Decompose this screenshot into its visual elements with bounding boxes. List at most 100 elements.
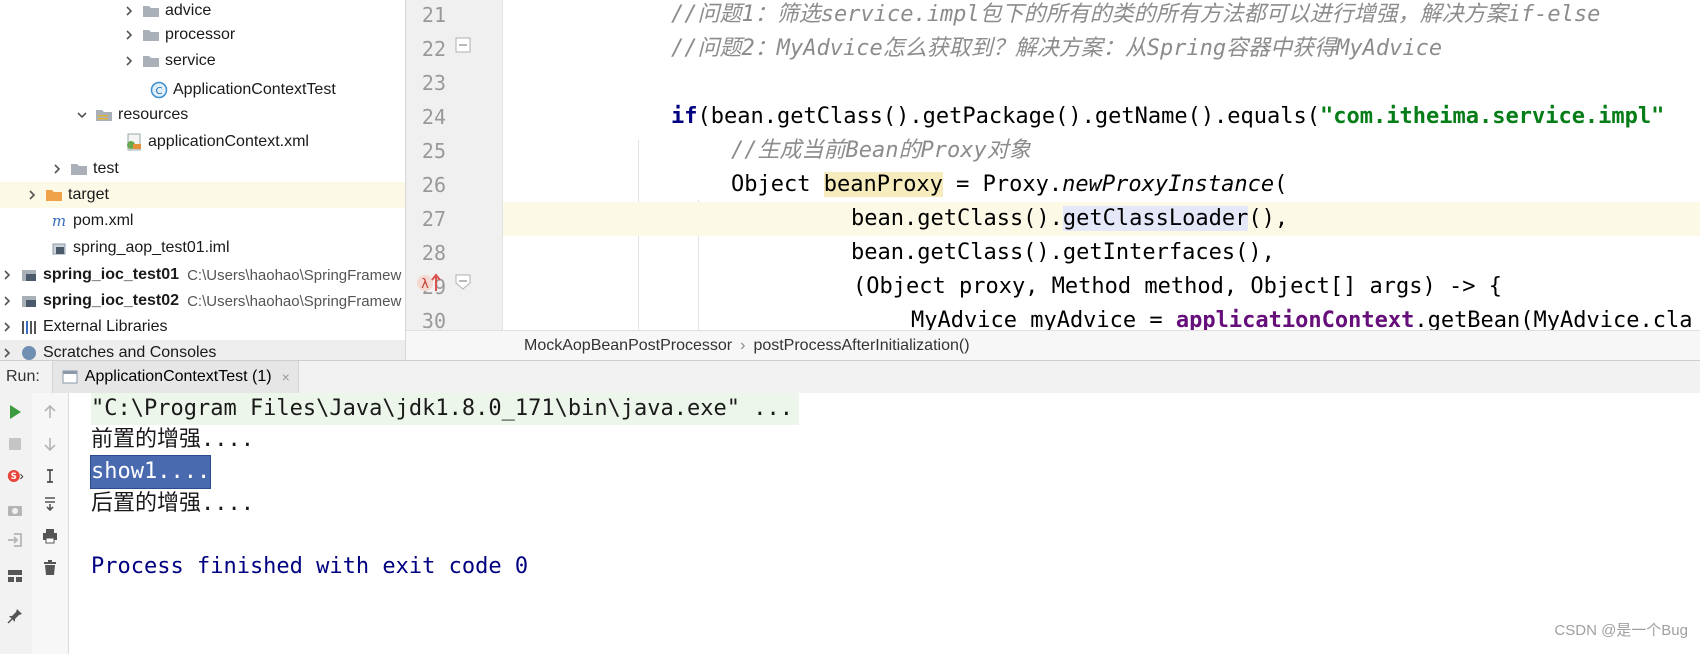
camera-icon bbox=[8, 506, 22, 516]
tree-item-applicationcontext-xml[interactable]: applicationContext.xml bbox=[0, 129, 405, 155]
line-number: 21 bbox=[421, 3, 446, 27]
tree-item-external-libraries[interactable]: External Libraries bbox=[0, 314, 405, 340]
module-file-icon bbox=[50, 239, 68, 257]
code-text: ( bbox=[1274, 172, 1288, 197]
svg-text:C: C bbox=[156, 86, 163, 97]
code-line-24[interactable]: if(bean.getClass().getPackage().getName(… bbox=[503, 100, 1700, 134]
code-line-27-current[interactable]: bean.getClass().getClassLoader(), bbox=[503, 202, 1700, 236]
chevron-right-icon[interactable] bbox=[50, 162, 64, 176]
lambda-override-icon[interactable]: λ bbox=[416, 271, 442, 295]
tree-item-service[interactable]: service bbox=[0, 48, 405, 74]
play-icon bbox=[10, 405, 21, 419]
chevron-down-icon[interactable] bbox=[75, 108, 89, 122]
line-number: 25 bbox=[421, 139, 446, 163]
folder-icon bbox=[142, 26, 160, 44]
stop-button[interactable] bbox=[4, 433, 26, 455]
folder-icon bbox=[142, 2, 160, 20]
soft-wrap-button[interactable] bbox=[39, 465, 61, 487]
project-tree: advice processor service C ApplicationCo… bbox=[0, 0, 406, 360]
line-number: 27 bbox=[421, 207, 446, 231]
tree-item-spring-ioc-test02[interactable]: spring_ioc_test02 C:\Users\haohao\Spring… bbox=[0, 288, 405, 314]
svg-text:S: S bbox=[11, 471, 17, 481]
close-icon[interactable]: × bbox=[282, 369, 290, 385]
chevron-right-icon[interactable] bbox=[25, 188, 39, 202]
code-line-26[interactable]: Object beanProxy = Proxy.newProxyInstanc… bbox=[503, 168, 1700, 202]
tree-item-applicationcontexttest[interactable]: C ApplicationContextTest bbox=[0, 77, 405, 103]
code-line-29[interactable]: (Object proxy, Method method, Object[] a… bbox=[503, 270, 1700, 304]
tree-item-label: pom.xml bbox=[73, 212, 134, 229]
rerun-button[interactable] bbox=[4, 401, 26, 423]
tree-item-label: Scratches and Consoles bbox=[43, 344, 217, 360]
breadcrumb-class[interactable]: MockAopBeanPostProcessor bbox=[516, 337, 740, 355]
code-text: MyAdvice myAdvice = bbox=[911, 308, 1176, 330]
code-editor[interactable]: 21 22 23 24 25 26 27 28 29 30 λ //问题1：筛选… bbox=[406, 0, 1700, 330]
string-literal: "com.itheima.service.impl" bbox=[1320, 104, 1665, 129]
tree-item-label: resources bbox=[118, 106, 189, 123]
tree-item-label: test bbox=[93, 160, 119, 177]
comment-text: //生成当前Bean的Proxy对象 bbox=[731, 138, 1031, 163]
tree-item-path: C:\Users\haohao\SpringFramew bbox=[187, 292, 402, 310]
tree-item-advice[interactable]: advice bbox=[0, 0, 405, 24]
code-line-23[interactable] bbox=[503, 66, 1700, 100]
tree-item-target[interactable]: target bbox=[0, 182, 405, 208]
module-icon bbox=[20, 292, 38, 310]
tree-item-pom-xml[interactable]: m pom.xml bbox=[0, 208, 405, 234]
chevron-right-icon[interactable] bbox=[0, 294, 14, 308]
run-tab-label: ApplicationContextTest (1) bbox=[84, 368, 272, 385]
chevron-right-icon[interactable] bbox=[0, 320, 14, 334]
trash-icon bbox=[44, 560, 56, 575]
tree-item-resources[interactable]: resources bbox=[0, 102, 405, 128]
fold-marker-icon[interactable] bbox=[454, 273, 472, 291]
sougou-ime-button[interactable]: S bbox=[0, 465, 30, 487]
run-side-toolbar-secondary bbox=[32, 393, 69, 654]
console-output[interactable]: "C:\Program Files\Java\jdk1.8.0_171\bin\… bbox=[69, 393, 1700, 654]
run-tab[interactable]: ApplicationContextTest (1) × bbox=[51, 361, 299, 393]
watermark: CSDN @是一个Bug bbox=[1554, 622, 1688, 639]
line-number: 22 bbox=[421, 37, 446, 61]
restore-layout-button[interactable] bbox=[4, 529, 26, 551]
tree-item-label: processor bbox=[165, 26, 236, 43]
chevron-right-icon[interactable] bbox=[0, 268, 14, 282]
excluded-folder-icon bbox=[45, 186, 63, 204]
console-line-selected[interactable]: show1.... bbox=[89, 455, 212, 489]
tree-item-iml-file[interactable]: spring_aop_test01.iml bbox=[0, 235, 405, 261]
ime-icon: S bbox=[7, 470, 24, 482]
fold-marker-icon[interactable] bbox=[454, 36, 472, 54]
tree-item-label: spring_aop_test01.iml bbox=[73, 239, 230, 256]
chevron-right-icon[interactable] bbox=[122, 28, 136, 42]
print-button[interactable] bbox=[39, 525, 61, 547]
run-label: Run: bbox=[6, 368, 40, 385]
editor-breadcrumb: MockAopBeanPostProcessor › postProcessAf… bbox=[406, 330, 1700, 361]
resources-folder-icon bbox=[95, 106, 113, 124]
tree-item-label: spring_ioc_test01 bbox=[43, 266, 180, 283]
chevron-right-icon[interactable] bbox=[0, 346, 14, 360]
tree-item-scratches[interactable]: Scratches and Consoles bbox=[0, 340, 405, 360]
code-line-30[interactable]: MyAdvice myAdvice = applicationContext.g… bbox=[503, 304, 1700, 330]
pin-tab-button[interactable] bbox=[4, 605, 26, 627]
chevron-right-icon[interactable] bbox=[122, 4, 136, 18]
code-line-28[interactable]: bean.getClass().getInterfaces(), bbox=[503, 236, 1700, 270]
scroll-down-button[interactable] bbox=[39, 433, 61, 455]
tree-item-label: spring_ioc_test02 bbox=[43, 292, 180, 309]
code-line-25[interactable]: //生成当前Bean的Proxy对象 bbox=[503, 134, 1700, 168]
code-line-21[interactable]: //问题1：筛选service.impl包下的所有的类的所有方法都可以进行增强，… bbox=[503, 0, 1700, 32]
layout-button[interactable] bbox=[4, 565, 26, 587]
tree-item-test[interactable]: test bbox=[0, 156, 405, 182]
clear-all-button[interactable] bbox=[39, 557, 61, 579]
line-number: 26 bbox=[421, 173, 446, 197]
scroll-to-end-button[interactable] bbox=[39, 493, 61, 515]
screenshot-button[interactable] bbox=[4, 499, 26, 521]
tree-item-spring-ioc-test01[interactable]: spring_ioc_test01 C:\Users\haohao\Spring… bbox=[0, 262, 405, 288]
maven-icon: m bbox=[50, 212, 68, 230]
breadcrumb-method[interactable]: postProcessAfterInitialization() bbox=[745, 337, 977, 355]
comment-text: //问题1：筛选service.impl包下的所有的类的所有方法都可以进行增强，… bbox=[671, 2, 1601, 27]
arrow-up-icon bbox=[44, 404, 56, 418]
scroll-up-button[interactable] bbox=[39, 401, 61, 423]
highlighted-method: getClassLoader bbox=[1062, 206, 1249, 231]
tree-item-label: ApplicationContextTest bbox=[173, 81, 336, 98]
code-line-22[interactable]: //问题2：MyAdvice怎么获取到？解决方案：从Spring容器中获得MyA… bbox=[503, 32, 1700, 66]
chevron-right-icon[interactable] bbox=[122, 54, 136, 68]
login-icon bbox=[8, 533, 22, 547]
pin-icon bbox=[7, 609, 22, 624]
tree-item-processor[interactable]: processor bbox=[0, 22, 405, 48]
